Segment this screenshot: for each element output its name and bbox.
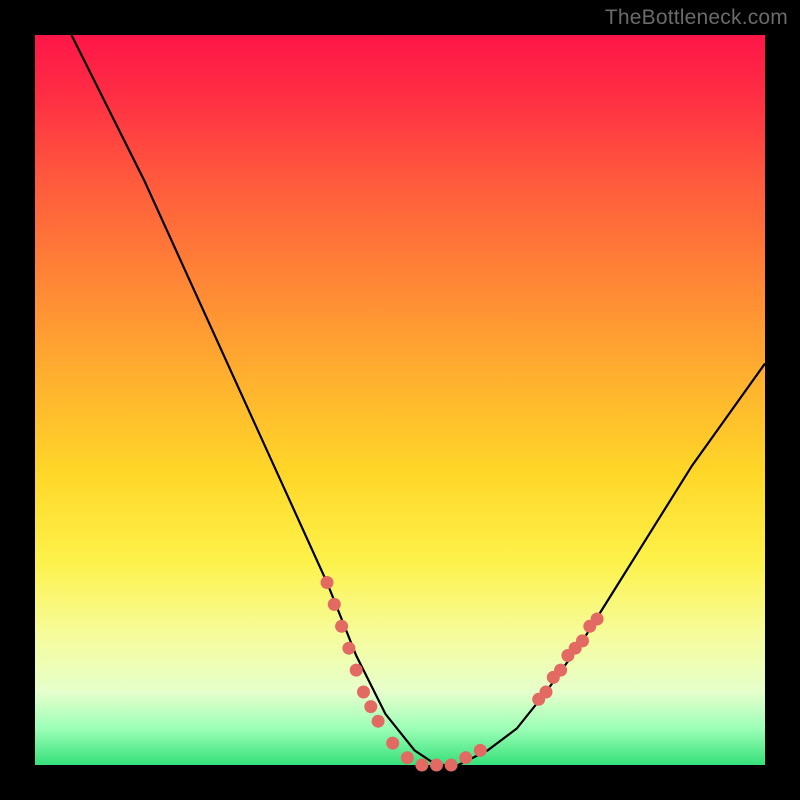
marker-dot bbox=[576, 634, 589, 647]
bottleneck-curve bbox=[72, 35, 766, 765]
marker-dot bbox=[401, 751, 414, 764]
marker-dot bbox=[540, 686, 553, 699]
marker-dot bbox=[357, 686, 370, 699]
marker-dot bbox=[459, 751, 472, 764]
plot-area bbox=[35, 35, 765, 765]
marker-dot bbox=[386, 737, 399, 750]
chart-frame: TheBottleneck.com bbox=[0, 0, 800, 800]
highlight-markers bbox=[321, 576, 604, 772]
marker-dot bbox=[430, 759, 443, 772]
marker-dot bbox=[372, 715, 385, 728]
marker-dot bbox=[321, 576, 334, 589]
marker-dot bbox=[335, 620, 348, 633]
marker-dot bbox=[342, 642, 355, 655]
curve-layer bbox=[35, 35, 765, 765]
marker-dot bbox=[445, 759, 458, 772]
marker-dot bbox=[591, 613, 604, 626]
marker-dot bbox=[554, 664, 567, 677]
marker-dot bbox=[364, 700, 377, 713]
marker-dot bbox=[350, 664, 363, 677]
watermark-text: TheBottleneck.com bbox=[605, 6, 788, 30]
marker-dot bbox=[474, 744, 487, 757]
marker-dot bbox=[415, 759, 428, 772]
marker-dot bbox=[328, 598, 341, 611]
